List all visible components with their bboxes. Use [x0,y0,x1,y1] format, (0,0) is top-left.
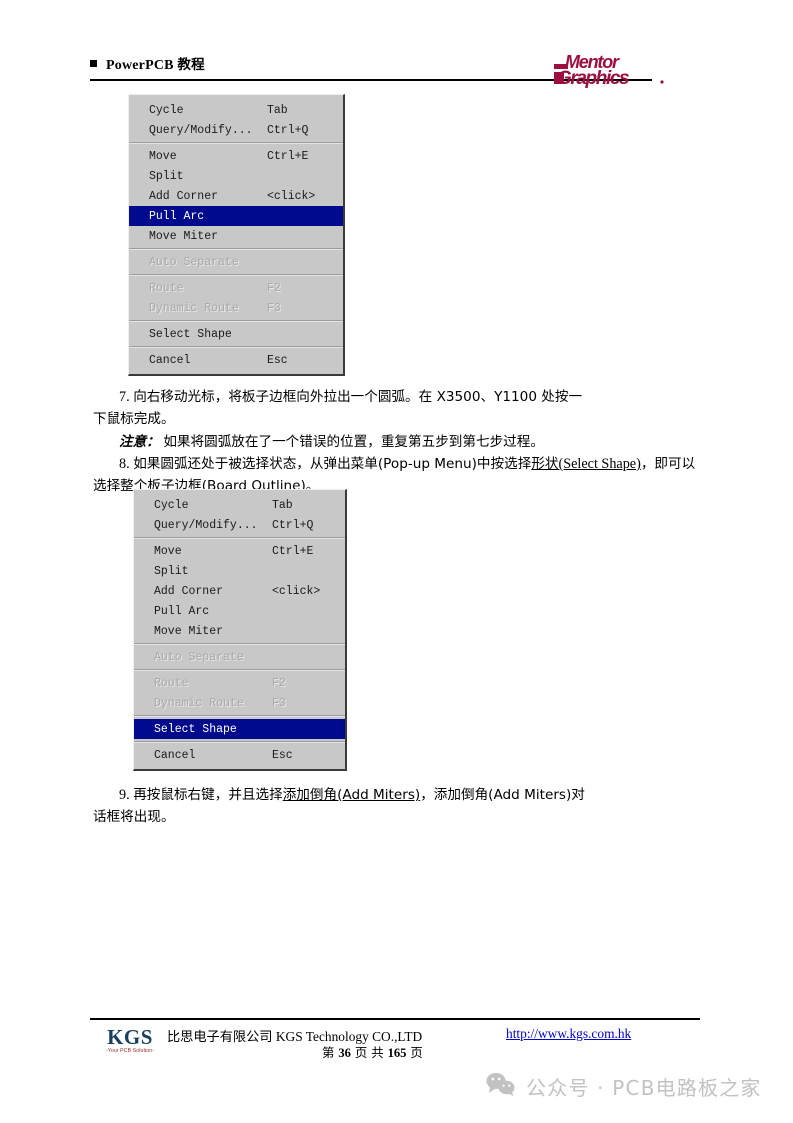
menu-item-accelerator: Esc [267,353,288,367]
popup-menu-pull-arc[interactable]: Cycle Tab Query/Modify... Ctrl+Q Move Ctrl+E S… [128,94,345,376]
menu-item-pull-arc[interactable]: Pull Arc [129,206,343,226]
menu-item-label: Auto Separate [154,650,244,664]
page-title: PowerPCB 教程 [106,56,205,73]
menu-item-cycle[interactable]: Cycle Tab [134,495,345,515]
menu-item-query-modify[interactable]: Query/Modify... Ctrl+Q [129,120,343,140]
mentor-graphics-logo: Mentor Graphics [554,48,666,89]
menu-item-auto-separate: Auto Separate [134,647,345,667]
square-bullet-icon [90,60,97,67]
menu-item-select-shape[interactable]: Select Shape [134,719,345,739]
menu-item-label: Move [154,544,182,558]
menu-item-accelerator: Ctrl+Q [272,518,314,532]
menu-separator [134,669,345,671]
menu-separator [129,142,343,144]
menu-item-move[interactable]: Move Ctrl+E [129,146,343,166]
menu-separator [129,346,343,348]
menu-item-add-corner[interactable]: Add Corner <click> [129,186,343,206]
menu-item-select-shape[interactable]: Select Shape [129,324,343,344]
footer-divider [90,1018,700,1020]
kgs-logo: KGS -Your PCB Solution- [97,1026,163,1060]
menu-item-label: Cycle [149,103,184,117]
menu-item-label: Route [149,281,184,295]
menu-separator [129,248,343,250]
kgs-logo-text: KGS [107,1025,153,1049]
menu-item-auto-separate: Auto Separate [129,252,343,272]
link-select-shape-en[interactable]: (Select Shape) [559,456,641,472]
paragraph-step-7: 7. 向右移动光标，将板子边框向外拉出一个圆弧。在 X3500、Y1100 处按… [93,389,583,427]
menu-item-label: Dynamic Route [149,301,239,315]
menu-item-label: Move Miter [149,229,219,243]
menu-item-label: Query/Modify... [149,123,253,137]
menu-item-accelerator: <click> [267,189,316,203]
menu-item-label: Move [149,149,177,163]
footer-page-number: 第 36 页 共 165 页 [322,1045,423,1060]
link-add-miters[interactable]: 添加倒角(Add Miters) [283,787,421,803]
menu-item-query-modify[interactable]: Query/Modify... Ctrl+Q [134,515,345,535]
paragraph-note: 注意： 如果将圆弧放在了一个错误的位置，重复第五步到第七步过程。 [119,434,544,450]
menu-item-label: Select Shape [149,327,232,341]
menu-item-route: Route F2 [134,673,345,693]
popup-menu-select-shape[interactable]: Cycle Tab Query/Modify... Ctrl+Q Move Ctrl+E S… [133,489,347,771]
menu-item-label: Select Shape [154,722,237,736]
menu-item-dynamic-route: Dynamic Route F3 [129,298,343,318]
menu-item-label: Cancel [154,748,196,762]
menu-item-label: Dynamic Route [154,696,244,710]
footer-url-link[interactable]: http://www.kgs.com.hk [506,1026,631,1042]
svg-text:Graphics: Graphics [557,68,629,89]
menu-item-move[interactable]: Move Ctrl+E [134,541,345,561]
menu-item-split[interactable]: Split [129,166,343,186]
menu-item-accelerator: F2 [267,281,281,295]
menu-item-accelerator: Esc [272,748,293,762]
menu-item-accelerator: F2 [272,676,286,690]
menu-item-accelerator: Tab [267,103,288,117]
menu-item-label: Cycle [154,498,189,512]
menu-item-pull-arc[interactable]: Pull Arc [134,601,345,621]
menu-item-cancel[interactable]: Cancel Esc [129,350,343,370]
menu-item-accelerator: F3 [267,301,281,315]
menu-separator [134,741,345,743]
menu-item-move-miter[interactable]: Move Miter [129,226,343,246]
menu-item-split[interactable]: Split [134,561,345,581]
wechat-watermark: 公众号 · PCB电路板之家 [486,1072,762,1101]
menu-item-label: Cancel [149,353,191,367]
menu-item-dynamic-route: Dynamic Route F3 [134,693,345,713]
menu-item-label: Pull Arc [149,209,205,223]
menu-item-label: Route [154,676,189,690]
menu-separator [134,643,345,645]
menu-item-move-miter[interactable]: Move Miter [134,621,345,641]
menu-item-label: Split [154,564,189,578]
link-select-shape-cn[interactable]: 形状 [531,456,558,472]
menu-item-label: Split [149,169,184,183]
menu-item-add-corner[interactable]: Add Corner <click> [134,581,345,601]
menu-item-accelerator: Ctrl+E [267,149,309,163]
menu-item-label: Add Corner [149,189,219,203]
watermark-text: 公众号 · PCB电路板之家 [526,1076,762,1100]
menu-item-accelerator: <click> [272,584,321,598]
menu-item-accelerator: Tab [272,498,293,512]
menu-item-cancel[interactable]: Cancel Esc [134,745,345,765]
menu-item-cycle[interactable]: Cycle Tab [129,100,343,120]
menu-item-label: Query/Modify... [154,518,258,532]
menu-item-accelerator: F3 [272,696,286,710]
menu-item-accelerator: Ctrl+Q [267,123,309,137]
menu-item-label: Add Corner [154,584,224,598]
menu-item-accelerator: Ctrl+E [272,544,314,558]
menu-separator [129,274,343,276]
menu-separator [134,715,345,717]
paragraph-step-9: 9. 再按鼠标右键，并且选择添加倒角(Add Miters)，添加倒角(Add … [93,787,585,825]
note-label: 注意： [119,434,160,450]
menu-item-label: Auto Separate [149,255,239,269]
menu-item-label: Move Miter [154,624,224,638]
menu-separator [134,537,345,539]
kgs-logo-tagline: -Your PCB Solution- [105,1048,155,1054]
wechat-icon [486,1072,515,1101]
menu-item-label: Pull Arc [154,604,210,618]
menu-separator [129,320,343,322]
menu-item-route: Route F2 [129,278,343,298]
